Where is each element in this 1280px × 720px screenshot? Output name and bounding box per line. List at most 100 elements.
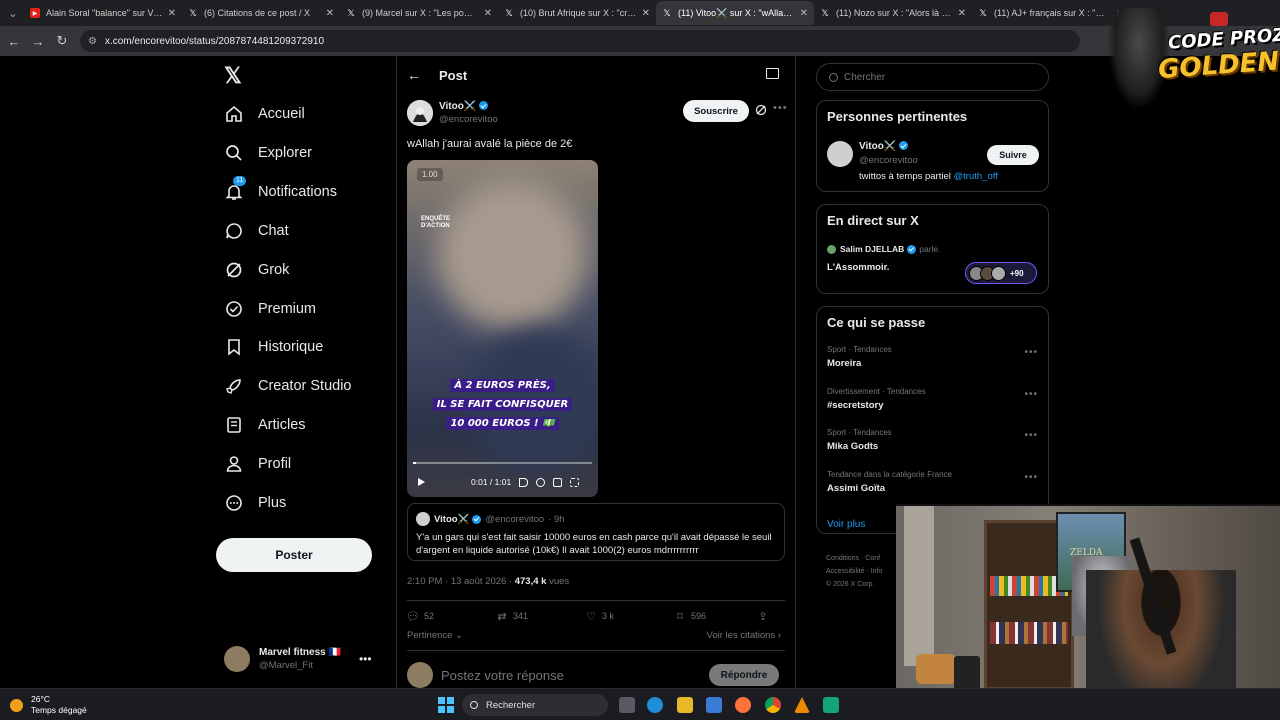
video-player[interactable]: 1.00 ENQUÊTE D'ACTION À 2 EUROS PRÈS, IL… <box>407 160 598 497</box>
tweet-timestamp[interactable]: 2:10 PM · 13 août 2026 · <box>407 576 512 587</box>
trend-topic: Moreira <box>827 358 862 369</box>
nav-item-plus[interactable]: Plus <box>224 488 286 518</box>
user-name[interactable]: Vitoo⚔️ <box>859 141 909 152</box>
more-dots-icon[interactable]: ••• <box>1024 347 1038 358</box>
share-icon: ⇪ <box>758 610 768 623</box>
post-button[interactable]: Poster <box>216 538 372 572</box>
browser-tab[interactable]: ▶ Alain Soral "balance" sur Vincent ✕ <box>24 1 182 25</box>
nav-item-premium[interactable]: Premium <box>224 294 316 324</box>
tweet-header: Vitoo⚔️ @encorevitoo Souscrire ••• <box>407 100 787 130</box>
task-view-icon[interactable] <box>619 697 635 713</box>
subscribe-button[interactable]: Souscrire <box>683 100 749 122</box>
site-info-icon[interactable]: ⚙ <box>88 36 97 47</box>
close-tab-icon[interactable]: ✕ <box>958 8 966 19</box>
reply-action[interactable]: 💬︎ 52 <box>406 610 496 623</box>
edge-icon[interactable] <box>647 697 663 713</box>
browser-tab[interactable]: 𝕏 (11) Nozo sur X : "Alors là Rima ✕ <box>814 1 972 25</box>
nav-item-articles[interactable]: Articles <box>224 410 306 440</box>
address-bar[interactable]: ⚙ x.com/encorevitoo/status/2087874481209… <box>80 30 1080 52</box>
share-action[interactable]: ⇪ <box>757 610 777 623</box>
close-tab-icon[interactable]: ✕ <box>168 8 176 19</box>
repost-action[interactable]: ⇄ 341 <box>496 610 585 623</box>
picture-in-picture-icon[interactable] <box>553 477 563 487</box>
footer-link[interactable]: Conditions · Conf <box>826 552 906 565</box>
back-arrow-icon[interactable]: ← <box>407 67 421 83</box>
weather-widget[interactable]: 26°C Temps dégagé <box>10 694 87 716</box>
sort-label: Pertinence <box>407 630 453 641</box>
more-dots-icon[interactable]: ••• <box>1024 430 1038 441</box>
nav-item-chat[interactable]: Chat <box>224 216 289 246</box>
chrome-icon[interactable] <box>765 697 781 713</box>
trend-item[interactable]: Sport · Tendances Mika Godts ••• <box>827 428 1040 462</box>
fullscreen-icon[interactable] <box>570 477 580 487</box>
play-icon[interactable] <box>418 478 425 486</box>
app-icon[interactable] <box>823 697 839 713</box>
like-action[interactable]: ♡ 3 k <box>585 610 674 623</box>
browser-tab[interactable]: 𝕏(11) AJ+ français sur X : "Des✕ <box>972 1 1130 25</box>
settings-icon[interactable] <box>536 477 546 487</box>
store-icon[interactable] <box>706 697 722 713</box>
footer-link[interactable]: Accessibilité · Info <box>826 565 906 578</box>
author-handle[interactable]: @encorevitoo <box>439 114 498 125</box>
search-input[interactable]: Chercher <box>816 63 1049 91</box>
more-dots-icon[interactable]: ••• <box>359 652 372 666</box>
view-quotes-link[interactable]: Voir les citations › <box>707 630 781 641</box>
reply-button[interactable]: Répondre <box>709 664 779 686</box>
bookmark-action[interactable]: ⌑ 596 <box>674 610 763 623</box>
nav-item-profil[interactable]: Profil <box>224 449 291 479</box>
tab-search-menu-button[interactable]: ⌄ <box>2 2 24 24</box>
volume-icon[interactable] <box>519 477 529 487</box>
windows-start-icon[interactable] <box>438 697 454 713</box>
x-logo-icon[interactable]: 𝕏 <box>224 64 248 88</box>
more-dots-icon[interactable]: ••• <box>1024 472 1038 483</box>
author-name[interactable]: Vitoo⚔️ <box>439 101 489 112</box>
live-speaker: Salim DJELLAB parle. <box>827 244 941 254</box>
nav-item-historique[interactable]: Historique <box>224 332 323 362</box>
browser-tab[interactable]: 𝕏 (11) Vitoo⚔️ sur X : "wAllah j'au ✕ <box>656 1 814 25</box>
nav-item-explorer[interactable]: Explorer <box>224 138 312 168</box>
user-handle: @encorevitoo <box>859 155 918 166</box>
sort-dropdown[interactable]: Pertinence ⌄ <box>407 630 463 641</box>
close-tab-icon[interactable]: ✕ <box>484 8 492 19</box>
vlc-icon[interactable] <box>794 697 810 713</box>
browser-tab[interactable]: 𝕏 (10) Brut Afrique sur X : "cr En ✕ <box>498 1 656 25</box>
trend-item[interactable]: Sport · Tendances Moreira ••• <box>827 345 1040 379</box>
reload-icon[interactable]: ↻ <box>52 31 72 51</box>
author-avatar[interactable] <box>407 100 433 126</box>
more-dots-icon[interactable]: ••• <box>1024 389 1038 400</box>
nav-item-creator-studio[interactable]: Creator Studio <box>224 371 352 401</box>
close-tab-icon[interactable]: ✕ <box>800 8 808 19</box>
close-tab-icon[interactable]: ✕ <box>642 8 650 19</box>
avatar[interactable] <box>827 141 853 167</box>
see-more-link[interactable]: Voir plus <box>827 519 865 530</box>
account-switcher[interactable]: Marvel fitness 🇫🇷 @Marvel_Fit ••• <box>224 644 394 674</box>
more-options-icon[interactable]: ••• <box>773 102 788 114</box>
playback-rate[interactable]: 1.00 <box>417 168 443 181</box>
trend-item[interactable]: Tendance dans la catégorie France Assimi… <box>827 470 1040 504</box>
forward-icon[interactable]: → <box>28 31 48 51</box>
reply-input[interactable]: Postez votre réponse <box>441 668 564 683</box>
video-progress-bar[interactable] <box>413 462 592 464</box>
quoted-tweet[interactable]: Vitoo⚔️ @encorevitoo · 9h Y'a un gars qu… <box>407 503 785 561</box>
video-frame-blur <box>437 180 587 330</box>
views-count: 473,4 k <box>514 576 547 587</box>
nav-item-notifications[interactable]: 11 Notifications <box>224 175 337 207</box>
firefox-icon[interactable] <box>735 697 751 713</box>
file-explorer-icon[interactable] <box>677 697 693 713</box>
back-icon[interactable]: ← <box>4 31 24 51</box>
nav-item-accueil[interactable]: Accueil <box>224 99 305 129</box>
live-card[interactable]: En direct sur X Salim DJELLAB parle. L'A… <box>816 204 1049 294</box>
nav-item-grok[interactable]: Grok <box>224 255 289 285</box>
grok-icon[interactable] <box>755 104 767 116</box>
follow-button[interactable]: Suivre <box>987 145 1039 165</box>
taskbar-search[interactable]: Rechercher <box>462 694 608 716</box>
browser-tab[interactable]: 𝕏 (6) Citations de ce post / X ✕ <box>182 1 340 25</box>
premium-icon <box>224 299 244 319</box>
bio-link[interactable]: @truth_off <box>954 171 998 182</box>
trend-item[interactable]: Divertissement · Tendances #secretstory … <box>827 387 1040 421</box>
listeners-pill[interactable]: +90 <box>965 262 1037 284</box>
reader-mode-icon[interactable] <box>766 68 779 79</box>
close-tab-icon[interactable]: ✕ <box>326 8 334 19</box>
browser-tab[interactable]: 𝕏 (9) Marcel sur X : "Les pompiers ✕ <box>340 1 498 25</box>
quote-header: Vitoo⚔️ @encorevitoo · 9h <box>416 512 565 526</box>
